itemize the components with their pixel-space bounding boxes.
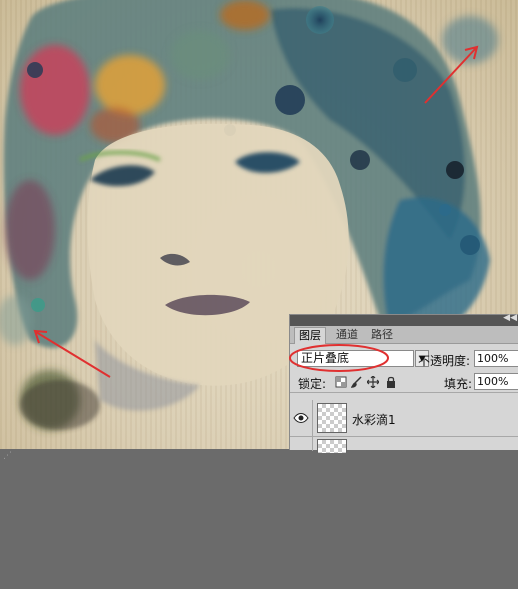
panel-collapse-icon[interactable]: ◀◀ [503,313,517,323]
panel-tabs: 图层 通道 路径 [290,326,518,344]
layer-thumbnail [317,439,347,453]
workspace-background [0,449,518,589]
tab-paths[interactable]: 路径 [367,327,397,343]
fill-label: 填充: [444,377,473,391]
layer-visibility-toggle[interactable] [290,400,313,436]
layer-row[interactable] [290,437,518,453]
resize-corner-icon[interactable]: ⋰ [3,451,13,461]
opacity-label: 不透明度: [418,354,471,368]
fill-input[interactable]: 100% [474,373,518,390]
tab-channels[interactable]: 通道 [332,327,362,343]
layer-visibility-toggle[interactable] [290,437,313,451]
lock-transparency-icon[interactable] [335,376,347,388]
blend-opacity-row: 正片叠底 ▼ 不透明度: 100% [289,344,518,372]
brush-icon[interactable] [351,376,363,388]
lock-fill-row: 锁定: 填充: 100% [290,372,518,393]
layer-name[interactable]: 水彩滴1 [352,411,396,428]
lock-label: 锁定: [298,377,327,391]
layers-panel: ◀◀ 图层 通道 路径 正片叠底 ▼ 不透明度: 100% 锁定: 填充: 10… [289,313,518,453]
highlight-ellipse-annotation [289,344,389,372]
opacity-input[interactable]: 100% [474,350,518,367]
layer-row[interactable]: 水彩滴1 [290,400,518,437]
layer-thumbnail [317,403,347,433]
lock-icon[interactable] [385,376,397,388]
eye-icon [293,413,309,423]
move-icon[interactable] [367,376,379,388]
tab-layers[interactable]: 图层 [294,327,326,344]
panel-titlebar[interactable]: ◀◀ [290,313,518,326]
